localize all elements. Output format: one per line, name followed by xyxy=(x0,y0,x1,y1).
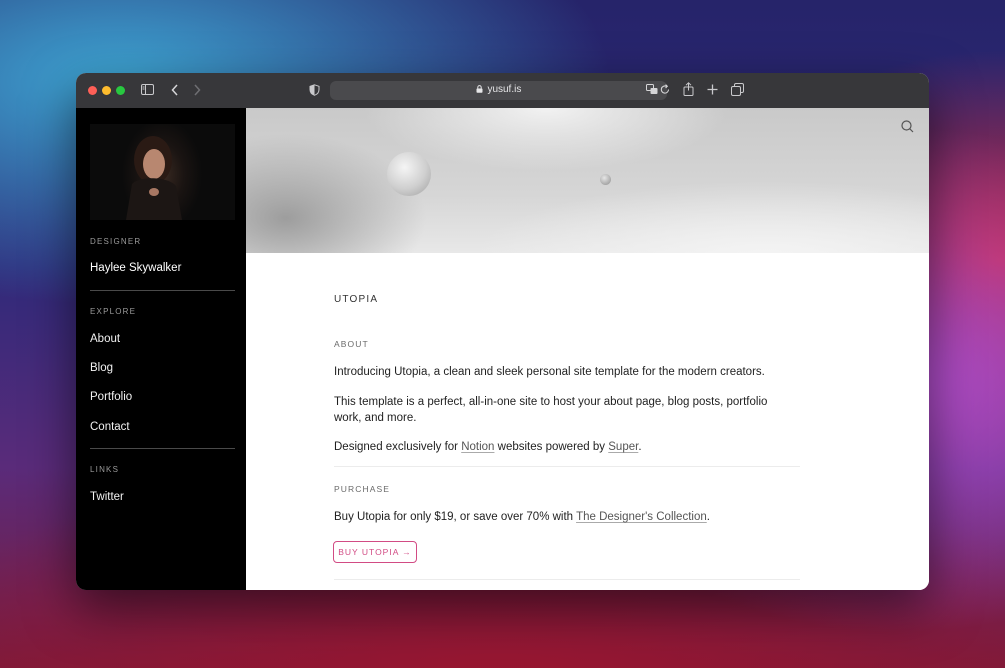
sidebar-item-about[interactable]: About xyxy=(90,333,120,345)
translate-icon[interactable] xyxy=(646,84,658,95)
address-bar[interactable]: yusuf.is xyxy=(330,81,670,100)
minimize-window-button[interactable] xyxy=(102,86,111,95)
back-icon[interactable] xyxy=(171,84,179,96)
lock-icon xyxy=(476,84,488,95)
about-paragraph-3-middle: websites powered by xyxy=(494,441,609,453)
new-tab-icon[interactable] xyxy=(707,84,718,95)
portrait-image xyxy=(126,136,182,220)
address-bar-text: yusuf.is xyxy=(330,84,667,95)
hero-sphere-large xyxy=(387,152,431,196)
about-paragraph-3-prefix: Designed exclusively for xyxy=(334,441,462,453)
profile-name[interactable]: Haylee Skywalker xyxy=(90,262,181,274)
about-paragraph-3-suffix: . xyxy=(638,441,642,453)
notion-link[interactable]: Notion xyxy=(461,441,494,453)
designers-collection-link[interactable]: The Designer's Collection xyxy=(576,511,707,523)
avatar xyxy=(90,124,235,220)
close-window-button[interactable] xyxy=(88,86,97,95)
sidebar-item-twitter[interactable]: Twitter xyxy=(90,491,124,503)
about-paragraph-2: This template is a perfect, all-in-one s… xyxy=(334,396,768,424)
purchase-text: Buy Utopia for only $19, or save over 70… xyxy=(334,509,800,525)
browser-toolbar: yusuf.is xyxy=(76,73,929,109)
hero-banner-image xyxy=(246,108,929,253)
section-divider xyxy=(334,579,800,580)
sidebar-divider xyxy=(90,290,235,291)
explore-label: EXPLORE xyxy=(90,307,137,316)
section-divider xyxy=(334,466,800,467)
browser-window: yusuf.is DESIGNER Haylee Skywalker EXPLO… xyxy=(76,73,929,590)
hero-sphere-small xyxy=(600,174,611,185)
zoom-window-button[interactable] xyxy=(116,86,125,95)
sidebar-divider xyxy=(90,448,235,449)
sidebar-item-portfolio[interactable]: Portfolio xyxy=(90,391,132,403)
links-label: LINKS xyxy=(90,465,120,474)
sidebar-toggle-icon[interactable] xyxy=(141,84,154,95)
super-link[interactable]: Super xyxy=(608,441,638,453)
about-heading: ABOUT xyxy=(334,339,369,349)
sidebar-item-blog[interactable]: Blog xyxy=(90,362,113,374)
role-label: DESIGNER xyxy=(90,237,142,246)
purchase-text-suffix: . xyxy=(706,511,710,523)
about-paragraph-1: Introducing Utopia, a clean and sleek pe… xyxy=(334,366,765,378)
shield-icon[interactable] xyxy=(309,84,320,96)
search-icon[interactable] xyxy=(901,120,914,138)
purchase-text-prefix: Buy Utopia for only $19, or save over 70… xyxy=(334,511,577,523)
url-text: yusuf.is xyxy=(487,84,522,95)
sidebar: DESIGNER Haylee Skywalker EXPLORE About … xyxy=(76,108,246,590)
about-paragraph-3: Designed exclusively for Notion websites… xyxy=(334,439,800,455)
share-icon[interactable] xyxy=(683,82,694,96)
tabs-overview-icon[interactable] xyxy=(731,83,744,96)
reload-icon[interactable] xyxy=(660,84,670,95)
page-title: UTOPIA xyxy=(334,294,379,305)
buy-utopia-button[interactable]: BUY UTOPIA → xyxy=(333,541,417,563)
purchase-heading: PURCHASE xyxy=(334,484,391,494)
main-content: UTOPIA ABOUT Introducing Utopia, a clean… xyxy=(246,108,929,590)
sidebar-item-contact[interactable]: Contact xyxy=(90,421,130,433)
forward-icon[interactable] xyxy=(193,84,201,96)
